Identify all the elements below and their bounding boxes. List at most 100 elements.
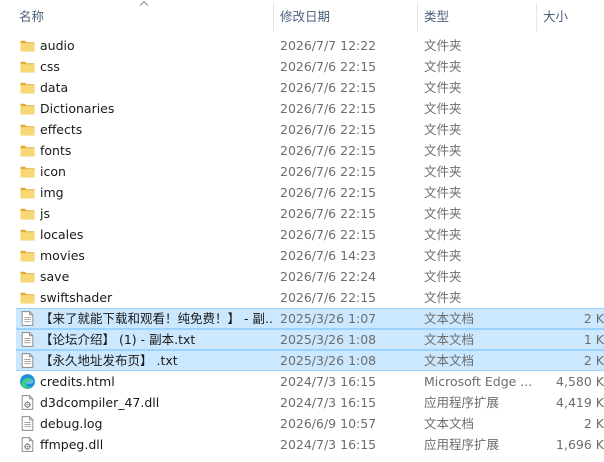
file-name: 【论坛介绍】 (1) - 副本.txt: [40, 332, 196, 347]
file-row[interactable]: debug.log 2026/6/9 10:57 文本文档 2 K: [0, 413, 604, 434]
folder-icon: [19, 205, 36, 222]
file-row[interactable]: Dictionaries 2026/7/6 22:15 文件夹: [0, 98, 604, 119]
file-name: swiftshader: [40, 290, 113, 305]
column-divider[interactable]: [417, 3, 418, 31]
file-modified-date: 2024/7/3 16:15: [280, 374, 377, 389]
file-row[interactable]: css 2026/7/6 22:15 文件夹: [0, 56, 604, 77]
folder-icon: [19, 163, 36, 180]
file-size: [536, 56, 604, 77]
file-modified-date: 2026/7/7 12:22: [280, 38, 377, 53]
file-name: save: [40, 269, 70, 284]
file-modified-date: 2026/7/6 22:15: [280, 101, 377, 116]
file-row[interactable]: 【永久地址发布页】 .txt 2025/3/26 1:08 文本文档 2 K: [0, 350, 604, 371]
folder-icon: [19, 289, 36, 306]
file-type: 文件夹: [424, 59, 462, 74]
text-document-icon: [19, 352, 36, 369]
file-modified-date: 2025/3/26 1:07: [280, 311, 377, 326]
file-type: 文件夹: [424, 269, 462, 284]
file-row[interactable]: icon 2026/7/6 22:15 文件夹: [0, 161, 604, 182]
edge-icon: [19, 373, 36, 390]
column-header-name[interactable]: 名称: [19, 0, 271, 33]
file-size: 1,696 K: [556, 437, 604, 452]
file-size: 4,580 K: [556, 374, 604, 389]
file-type: 文件夹: [424, 101, 462, 116]
file-name: 【来了就能下载和观看！纯免费！】 - 副...: [40, 311, 272, 326]
file-type: 文件夹: [424, 38, 462, 53]
file-row[interactable]: ffmpeg.dll 2024/7/3 16:15 应用程序扩展 1,696 K: [0, 434, 604, 455]
file-name: Dictionaries: [40, 101, 115, 116]
column-header-type[interactable]: 类型: [424, 0, 534, 33]
file-type: 文本文档: [424, 353, 475, 368]
file-size: [536, 140, 604, 161]
file-modified-date: 2026/7/6 22:15: [280, 164, 377, 179]
file-row[interactable]: js 2026/7/6 22:15 文件夹: [0, 203, 604, 224]
file-type: 应用程序扩展: [424, 437, 500, 452]
file-name: css: [40, 59, 60, 74]
file-name: fonts: [40, 143, 72, 158]
file-name: 【永久地址发布页】 .txt: [40, 353, 178, 368]
folder-icon: [19, 184, 36, 201]
file-size: [536, 119, 604, 140]
file-type: 文件夹: [424, 248, 462, 263]
file-name: d3dcompiler_47.dll: [40, 395, 160, 410]
column-divider[interactable]: [273, 3, 274, 31]
file-modified-date: 2026/7/6 22:15: [280, 290, 377, 305]
column-header-size[interactable]: 大小: [543, 0, 604, 33]
folder-icon: [19, 226, 36, 243]
file-name: js: [40, 206, 50, 221]
file-name: ffmpeg.dll: [40, 437, 104, 452]
file-name: icon: [40, 164, 66, 179]
file-modified-date: 2026/7/6 22:15: [280, 143, 377, 158]
file-row[interactable]: effects 2026/7/6 22:15 文件夹: [0, 119, 604, 140]
file-size: 2 K: [583, 311, 604, 326]
file-name: img: [40, 185, 64, 200]
file-size: [536, 161, 604, 182]
file-name: data: [40, 80, 69, 95]
file-type: 应用程序扩展: [424, 395, 500, 410]
folder-icon: [19, 79, 36, 96]
file-size: [536, 182, 604, 203]
file-row[interactable]: 【来了就能下载和观看！纯免费！】 - 副... 2025/3/26 1:07 文本文…: [0, 308, 604, 329]
file-row[interactable]: audio 2026/7/7 12:22 文件夹: [0, 35, 604, 56]
file-type: 文件夹: [424, 122, 462, 137]
file-size: [536, 77, 604, 98]
file-type: 文件夹: [424, 290, 462, 305]
file-modified-date: 2026/7/6 22:15: [280, 185, 377, 200]
text-document-icon: [19, 331, 36, 348]
dll-icon: [19, 436, 36, 453]
file-size: [536, 245, 604, 266]
file-row[interactable]: d3dcompiler_47.dll 2024/7/3 16:15 应用程序扩展 4,…: [0, 392, 604, 413]
folder-icon: [19, 142, 36, 159]
file-type: 文本文档: [424, 332, 475, 347]
file-name: credits.html: [40, 374, 115, 389]
file-row[interactable]: locales 2026/7/6 22:15 文件夹: [0, 224, 604, 245]
file-type: 文件夹: [424, 185, 462, 200]
dll-icon: [19, 394, 36, 411]
file-modified-date: 2026/7/6 22:15: [280, 80, 377, 95]
file-row[interactable]: 【论坛介绍】 (1) - 副本.txt 2025/3/26 1:08 文本文档 1 K: [0, 329, 604, 350]
file-modified-date: 2024/7/3 16:15: [280, 437, 377, 452]
file-explorer: 名称 修改日期 类型 大小 audio 2026/7/7 12:22 文件夹 css 2…: [0, 0, 604, 462]
file-modified-date: 2026/7/6 22:15: [280, 227, 377, 242]
file-row[interactable]: data 2026/7/6 22:15 文件夹: [0, 77, 604, 98]
file-size: 1 K: [583, 332, 604, 347]
file-row[interactable]: movies 2026/7/6 14:23 文件夹: [0, 245, 604, 266]
file-type: 文件夹: [424, 80, 462, 95]
file-row[interactable]: fonts 2026/7/6 22:15 文件夹: [0, 140, 604, 161]
file-type: 文件夹: [424, 206, 462, 221]
file-type: Microsoft Edge ...: [424, 374, 533, 389]
file-modified-date: 2026/6/9 10:57: [280, 416, 377, 431]
folder-icon: [19, 100, 36, 117]
file-modified-date: 2026/7/6 22:15: [280, 59, 377, 74]
file-modified-date: 2026/7/6 22:15: [280, 122, 377, 137]
file-size: [536, 224, 604, 245]
file-row[interactable]: credits.html 2024/7/3 16:15 Microsoft Edge…: [0, 371, 604, 392]
text-document-icon: [19, 415, 36, 432]
file-list: audio 2026/7/7 12:22 文件夹 css 2026/7/6 22:15 文…: [0, 35, 604, 455]
file-row[interactable]: save 2026/7/6 22:24 文件夹: [0, 266, 604, 287]
column-header-date[interactable]: 修改日期: [280, 0, 414, 33]
folder-icon: [19, 268, 36, 285]
column-divider[interactable]: [536, 3, 537, 31]
file-row[interactable]: img 2026/7/6 22:15 文件夹: [0, 182, 604, 203]
file-row[interactable]: swiftshader 2026/7/6 22:15 文件夹: [0, 287, 604, 308]
